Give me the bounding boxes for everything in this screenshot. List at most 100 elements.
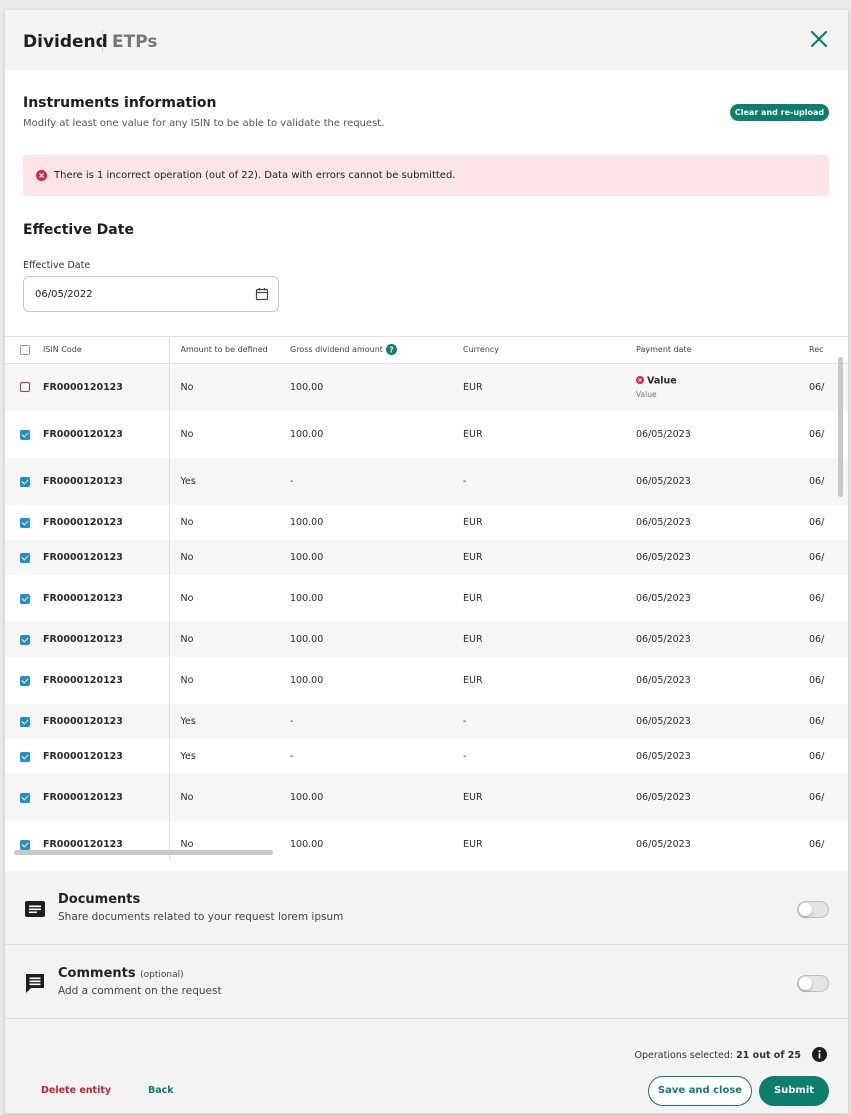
instruments-subtitle: Modify at least one value for any ISIN t… [23,118,385,129]
row-checkbox[interactable] [20,675,30,686]
amount-to-be-defined-cell: No [169,363,290,411]
error-message: There is 1 incorrect operation (out of 2… [54,170,456,181]
col-currency[interactable]: Currency [463,337,636,364]
table-row[interactable]: FR0000120123 Yes - -06/05/2023 06/ [5,704,848,739]
payment-date-cell: 06/05/2023 [636,517,691,528]
amount-to-be-defined-cell: No [169,411,290,458]
isin-code-cell: FR0000120123 [43,704,170,739]
documents-subtitle: Share documents related to your request … [58,911,344,923]
document-icon [25,901,45,917]
row-checkbox[interactable] [20,429,30,440]
isin-code-cell: FR0000120123 [43,363,170,411]
gross-dividend-label: Gross dividend amount [290,345,383,355]
col-gross-dividend-amount[interactable]: Gross dividend amount? [290,337,463,364]
info-icon[interactable] [812,1047,827,1062]
gross-dividend-cell: - [290,458,463,505]
select-all-checkbox[interactable] [20,344,30,355]
operations-count: 21 out of 25 [736,1050,801,1061]
currency-cell: EUR [463,657,636,704]
save-and-close-button[interactable]: Save and close [648,1076,752,1106]
payment-date-cell: 06/05/2023 [636,593,691,604]
operations-selected: Operations selected: 21 out of 25 [635,1050,801,1061]
tab-dividend[interactable]: Dividend [23,32,108,52]
help-icon[interactable]: ? [385,344,397,356]
currency-cell: EUR [463,821,636,860]
row-checkbox[interactable] [20,751,30,762]
gross-dividend-cell: - [290,739,463,774]
comments-toggle[interactable] [797,975,829,992]
vertical-scrollbar[interactable] [838,357,843,497]
documents-section: Documents Share documents related to you… [5,871,848,945]
payment-date-cell: 06/05/2023 [636,839,691,850]
table-row[interactable]: FR0000120123 No 100.00 EUR Value Value 06/ [5,363,848,411]
payment-date-error-hint: Value [636,390,657,399]
gross-dividend-cell: 100.00 [290,657,463,704]
currency-cell: - [463,739,636,774]
error-icon [36,170,47,181]
isin-code-cell: FR0000120123 [43,505,170,540]
col-amount-to-be-defined[interactable]: Amount to be defined [169,337,290,364]
gross-dividend-cell: - [290,704,463,739]
row-checkbox[interactable] [20,593,30,604]
col-isin-code[interactable]: ISIN Code [43,337,170,364]
calendar-icon[interactable] [255,287,269,301]
record-date-cell: 06/ [809,575,848,622]
toggle-knob [799,903,812,916]
amount-to-be-defined-cell: No [169,657,290,704]
table-row[interactable]: FR0000120123 No 100.00 EUR 06/05/2023 06/ [5,411,848,458]
table-row[interactable]: FR0000120123 No 100.00 EUR 06/05/2023 06/ [5,657,848,704]
isin-code-cell: FR0000120123 [43,739,170,774]
payment-date-cell: 06/05/2023 [636,675,691,686]
close-icon[interactable] [808,28,830,50]
documents-title: Documents [58,892,141,907]
row-checkbox[interactable] [20,517,30,528]
record-date-cell: 06/ [809,774,848,821]
row-checkbox[interactable] [20,634,30,645]
payment-date-cell: 06/05/2023 [636,476,691,487]
row-checkbox[interactable] [20,716,30,727]
row-checkbox[interactable] [20,476,30,487]
row-checkbox[interactable] [20,382,30,393]
tab-separator [102,30,103,52]
modal-header: Dividend ETPs [5,10,848,70]
error-banner: There is 1 incorrect operation (out of 2… [23,155,829,196]
amount-to-be-defined-cell: Yes [169,704,290,739]
effective-date-title: Effective Date [23,222,134,238]
back-button[interactable]: Back [148,1085,174,1096]
table-row[interactable]: FR0000120123 No 100.00 EUR 06/05/2023 06/ [5,774,848,821]
submit-button[interactable]: Submit [759,1076,829,1106]
row-checkbox[interactable] [20,839,30,850]
delete-entity-button[interactable]: Delete entity [41,1085,111,1096]
comments-section: Comments (optional) Add a comment on the… [5,945,848,1019]
isin-code-cell: FR0000120123 [43,411,170,458]
table-row[interactable]: FR0000120123 Yes - -06/05/2023 06/ [5,739,848,774]
tab-etps[interactable]: ETPs [112,32,158,52]
table-row[interactable]: FR0000120123 No 100.00 EUR 06/05/2023 06/ [5,505,848,540]
payment-date-cell: 06/05/2023 [636,429,691,440]
row-checkbox[interactable] [20,792,30,803]
horizontal-scrollbar[interactable] [14,850,273,855]
currency-cell: - [463,458,636,505]
comments-title: Comments (optional) [58,966,184,981]
dividend-modal: Dividend ETPs Instruments information Mo… [5,10,848,1113]
payment-date-error[interactable]: Value Value [636,376,809,399]
row-checkbox[interactable] [20,552,30,563]
payment-date-cell: 06/05/2023 [636,751,691,762]
svg-text:?: ? [389,346,394,355]
payment-date-cell: 06/05/2023 [636,792,691,803]
modal-footer: Operations selected: 21 out of 25 Delete… [5,1019,848,1113]
gross-dividend-cell: 100.00 [290,622,463,657]
gross-dividend-cell: 100.00 [290,411,463,458]
amount-to-be-defined-cell: No [169,622,290,657]
gross-dividend-cell: 100.00 [290,821,463,860]
table-row[interactable]: FR0000120123 No 100.00 EUR 06/05/2023 06/ [5,622,848,657]
table-row[interactable]: FR0000120123 No 100.00 EUR 06/05/2023 06/ [5,540,848,575]
documents-toggle[interactable] [797,901,829,918]
effective-date-input[interactable] [23,276,279,312]
currency-cell: EUR [463,575,636,622]
col-payment-date[interactable]: Payment date [636,337,809,364]
table-row[interactable]: FR0000120123 Yes - -06/05/2023 06/ [5,458,848,505]
table-row[interactable]: FR0000120123 No 100.00 EUR 06/05/2023 06/ [5,575,848,622]
clear-reupload-button[interactable]: Clear and re-upload [730,104,829,121]
isin-code-cell: FR0000120123 [43,540,170,575]
